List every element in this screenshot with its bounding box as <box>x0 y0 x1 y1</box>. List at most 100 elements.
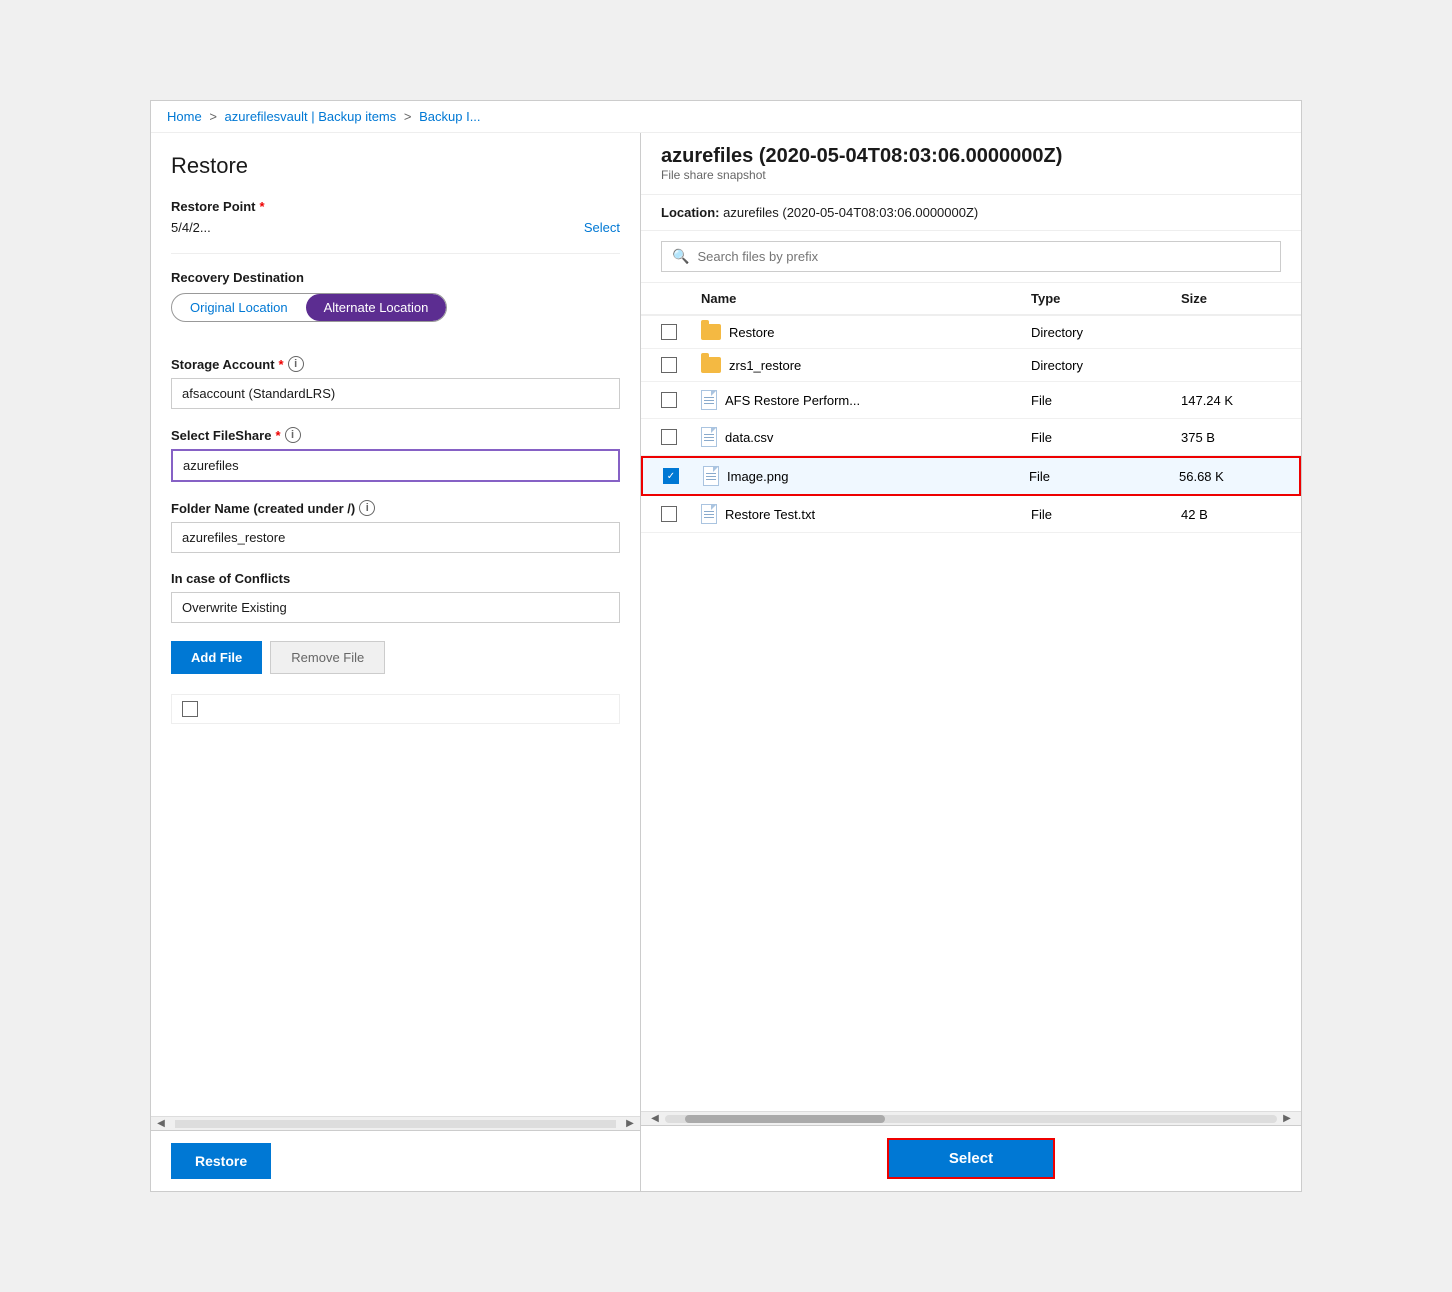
row-type: File <box>1031 393 1181 408</box>
file-list-placeholder <box>171 694 620 724</box>
breadcrumb-home[interactable]: Home <box>167 109 202 124</box>
row-checkbox-cell <box>661 324 701 340</box>
row-checkbox-cell <box>661 506 701 522</box>
breadcrumb: Home > azurefilesvault | Backup items > … <box>151 101 1301 133</box>
row-type: File <box>1031 430 1181 445</box>
folder-icon <box>701 324 721 340</box>
left-hscroll-left-arrow[interactable]: ◀ <box>151 1117 171 1131</box>
fileshare-input[interactable] <box>171 449 620 482</box>
row-size: 56.68 K <box>1179 469 1279 484</box>
remove-file-button[interactable]: Remove File <box>270 641 385 674</box>
folder-name-section: Folder Name (created under /) i <box>171 500 620 553</box>
row-type: File <box>1029 469 1179 484</box>
add-file-button[interactable]: Add File <box>171 641 262 674</box>
search-icon: 🔍 <box>672 248 689 265</box>
row-checkbox[interactable] <box>661 324 677 340</box>
row-type: Directory <box>1031 325 1181 340</box>
file-icon <box>701 427 717 447</box>
row-checkbox[interactable]: ✓ <box>663 468 679 484</box>
restore-point-required: * <box>260 199 265 214</box>
right-bottom: Select <box>641 1125 1301 1191</box>
right-hscroll-track[interactable] <box>665 1115 1277 1123</box>
row-size: 42 B <box>1181 507 1281 522</box>
storage-account-info-icon[interactable]: i <box>288 356 304 372</box>
file-icon <box>701 390 717 410</box>
file-row-checkbox[interactable] <box>182 701 198 717</box>
fileshare-section: Select FileShare * i <box>171 427 620 482</box>
table-row[interactable]: Restore Test.txt File42 B <box>641 496 1301 533</box>
restore-point-label: Restore Point * <box>171 199 620 214</box>
right-header: azurefiles (2020-05-04T08:03:06.0000000Z… <box>641 133 1301 195</box>
row-checkbox-cell: ✓ <box>663 468 703 484</box>
row-type: Directory <box>1031 358 1181 373</box>
restore-point-select-link[interactable]: Select <box>584 220 620 235</box>
original-location-btn[interactable]: Original Location <box>172 294 306 321</box>
table-row[interactable]: AFS Restore Perform...File147.24 K <box>641 382 1301 419</box>
file-icon <box>701 504 717 524</box>
row-name-cell: Restore <box>701 324 1031 340</box>
row-checkbox[interactable] <box>661 506 677 522</box>
right-hscroll-left-arrow[interactable]: ◀ <box>645 1112 665 1126</box>
restore-point-section: Restore Point * 5/4/2... Select <box>171 199 620 235</box>
search-box: 🔍 <box>661 241 1281 272</box>
row-name-cell: AFS Restore Perform... <box>701 390 1031 410</box>
row-size: 147.24 K <box>1181 393 1281 408</box>
search-input[interactable] <box>697 249 1270 264</box>
right-hscroll-right-arrow[interactable]: ▶ <box>1277 1112 1297 1126</box>
row-name: zrs1_restore <box>729 358 801 373</box>
select-button[interactable]: Select <box>887 1138 1055 1179</box>
row-name-cell: zrs1_restore <box>701 357 1031 373</box>
right-panel: azurefiles (2020-05-04T08:03:06.0000000Z… <box>641 133 1301 1191</box>
file-buttons-row: Add File Remove File <box>171 641 620 674</box>
storage-account-section: Storage Account * i <box>171 356 620 409</box>
table-row[interactable]: data.csvFile375 B <box>641 419 1301 456</box>
folder-name-info-icon[interactable]: i <box>359 500 375 516</box>
conflicts-section: In case of Conflicts <box>171 571 620 623</box>
header-type: Type <box>1031 291 1181 306</box>
row-name: Restore <box>729 325 775 340</box>
restore-point-value: 5/4/2... <box>171 220 211 235</box>
right-hscroll[interactable]: ◀ ▶ <box>641 1111 1301 1125</box>
left-hscroll-right-arrow[interactable]: ▶ <box>620 1117 640 1131</box>
right-hscroll-thumb[interactable] <box>685 1115 885 1123</box>
row-checkbox[interactable] <box>661 429 677 445</box>
row-size: 375 B <box>1181 430 1281 445</box>
left-hscroll[interactable]: ◀ ▶ <box>151 1116 640 1130</box>
row-checkbox[interactable] <box>661 357 677 373</box>
restore-point-row: 5/4/2... Select <box>171 220 620 235</box>
storage-account-required: * <box>279 357 284 372</box>
right-subtitle: File share snapshot <box>661 168 1281 182</box>
breadcrumb-current[interactable]: Backup I... <box>419 109 480 124</box>
recovery-destination-toggle: Original Location Alternate Location <box>171 293 447 322</box>
left-panel: Restore Restore Point * 5/4/2... Select <box>151 133 641 1191</box>
fileshare-label: Select FileShare * i <box>171 427 620 443</box>
recovery-destination-section: Recovery Destination Original Location A… <box>171 270 620 322</box>
row-checkbox-cell <box>661 357 701 373</box>
table-row[interactable]: Restore Directory <box>641 316 1301 349</box>
conflicts-input[interactable] <box>171 592 620 623</box>
fileshare-info-icon[interactable]: i <box>285 427 301 443</box>
folder-name-input[interactable] <box>171 522 620 553</box>
location-value: azurefiles (2020-05-04T08:03:06.0000000Z… <box>723 205 978 220</box>
row-type: File <box>1031 507 1181 522</box>
breadcrumb-vault[interactable]: azurefilesvault | Backup items <box>225 109 397 124</box>
table-row[interactable]: zrs1_restore Directory <box>641 349 1301 382</box>
left-scroll[interactable]: Restore Restore Point * 5/4/2... Select <box>151 133 640 1116</box>
storage-account-input[interactable] <box>171 378 620 409</box>
fileshare-required: * <box>275 428 280 443</box>
row-name: Restore Test.txt <box>725 507 815 522</box>
alternate-location-btn[interactable]: Alternate Location <box>306 294 447 321</box>
page-title: Restore <box>171 153 620 179</box>
restore-button[interactable]: Restore <box>171 1143 271 1179</box>
folder-name-label: Folder Name (created under /) i <box>171 500 620 516</box>
row-checkbox[interactable] <box>661 392 677 408</box>
search-row: 🔍 <box>641 231 1301 283</box>
file-table[interactable]: Restore Directory zrs1_restore Directory AFS… <box>641 316 1301 1111</box>
file-icon <box>703 466 719 486</box>
main-container: Home > azurefilesvault | Backup items > … <box>150 100 1302 1192</box>
divider-1 <box>171 253 620 254</box>
left-hscroll-track[interactable] <box>175 1120 616 1128</box>
row-checkbox-cell <box>661 392 701 408</box>
row-checkbox-cell <box>661 429 701 445</box>
table-row[interactable]: ✓Image.pngFile56.68 K <box>641 456 1301 496</box>
